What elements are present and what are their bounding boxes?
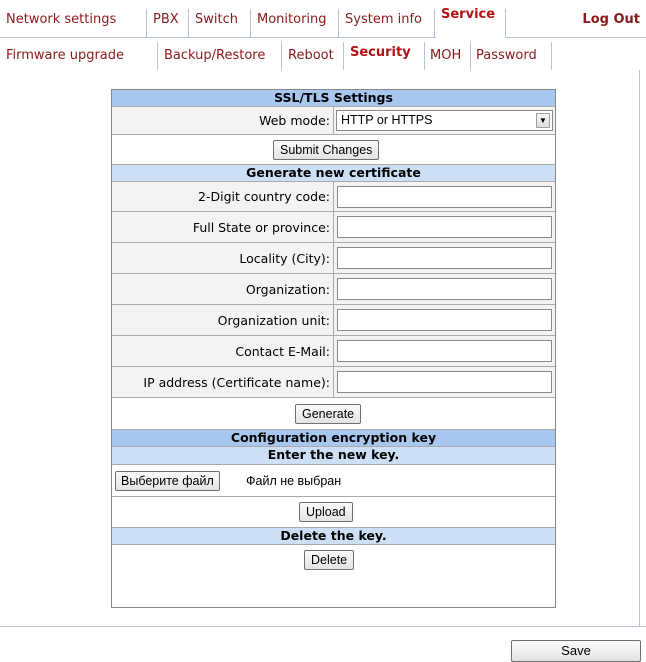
- submit-changes-button[interactable]: Submit Changes: [273, 140, 380, 160]
- tab-separator: [424, 42, 425, 70]
- upload-row: Upload: [112, 497, 555, 528]
- upload-button[interactable]: Upload: [299, 502, 353, 522]
- no-file-selected-text: Файл не выбран: [246, 473, 342, 488]
- ip-address-row: IP address (Certificate name):: [112, 367, 555, 398]
- tab-backup-restore[interactable]: Backup/Restore: [164, 45, 265, 67]
- locality-label: Locality (City):: [112, 243, 334, 273]
- tab-separator: [250, 9, 251, 38]
- organization-unit-row: Organization unit:: [112, 305, 555, 336]
- delete-key-header: Delete the key.: [112, 528, 555, 545]
- generate-row: Generate: [112, 398, 555, 430]
- top-navigation: Network settings PBX Switch Monitoring S…: [0, 0, 646, 38]
- chevron-down-icon[interactable]: ▼: [536, 113, 550, 128]
- organization-input[interactable]: [337, 278, 552, 300]
- tab-reboot[interactable]: Reboot: [288, 45, 334, 67]
- tab-separator: [470, 42, 471, 70]
- tab-separator: [434, 9, 435, 38]
- ip-address-label: IP address (Certificate name):: [112, 367, 334, 397]
- ssl-tls-header: SSL/TLS Settings: [112, 90, 555, 107]
- tab-firmware-upgrade[interactable]: Firmware upgrade: [6, 45, 124, 67]
- contact-email-input[interactable]: [337, 340, 552, 362]
- ip-address-input[interactable]: [337, 371, 552, 393]
- tab-system-info[interactable]: System info: [345, 9, 422, 31]
- web-mode-value: HTTP or HTTPS: [341, 113, 433, 127]
- contact-email-row: Contact E-Mail:: [112, 336, 555, 367]
- tab-network-settings[interactable]: Network settings: [6, 9, 116, 31]
- logout-link[interactable]: Log Out: [582, 9, 640, 31]
- tab-switch[interactable]: Switch: [195, 9, 238, 31]
- nav-divider: [0, 37, 436, 38]
- tab-separator: [188, 9, 189, 38]
- contact-email-label: Contact E-Mail:: [112, 336, 334, 366]
- section-title: Delete the key.: [280, 528, 387, 543]
- state-row: Full State or province:: [112, 212, 555, 243]
- country-code-input[interactable]: [337, 186, 552, 208]
- nav-divider: [505, 37, 646, 38]
- security-settings-panel: SSL/TLS Settings Web mode: HTTP or HTTPS…: [111, 89, 556, 608]
- section-title: Enter the new key.: [267, 447, 400, 462]
- content-border: [639, 70, 640, 626]
- country-code-row: 2-Digit country code:: [112, 182, 555, 212]
- save-button[interactable]: Save: [511, 640, 641, 662]
- tab-moh[interactable]: MOH: [430, 45, 461, 67]
- organization-unit-input[interactable]: [337, 309, 552, 331]
- generate-certificate-header: Generate new certificate: [112, 165, 555, 182]
- tab-separator: [281, 42, 282, 70]
- section-title: SSL/TLS Settings: [274, 90, 393, 105]
- footer-divider: [0, 626, 646, 627]
- tab-separator: [343, 42, 344, 70]
- tab-separator: [146, 9, 147, 38]
- section-title: Generate new certificate: [246, 165, 421, 180]
- tab-service[interactable]: Service: [441, 4, 495, 26]
- locality-input[interactable]: [337, 247, 552, 269]
- delete-row: Delete: [112, 545, 555, 576]
- locality-row: Locality (City):: [112, 243, 555, 274]
- tab-pbx[interactable]: PBX: [153, 9, 179, 31]
- submit-row: Submit Changes: [112, 135, 555, 165]
- tab-security[interactable]: Security: [350, 42, 411, 64]
- web-mode-row: Web mode: HTTP or HTTPS ▼: [112, 107, 555, 135]
- tab-separator: [338, 9, 339, 38]
- web-mode-select[interactable]: HTTP or HTTPS ▼: [336, 110, 553, 131]
- enter-key-header: Enter the new key.: [112, 447, 555, 465]
- organization-row: Organization:: [112, 274, 555, 305]
- section-title: Configuration encryption key: [230, 430, 437, 445]
- encryption-key-header: Configuration encryption key: [112, 430, 555, 447]
- file-chooser-row: Выберите файл Файл не выбран: [112, 465, 555, 497]
- state-label: Full State or province:: [112, 212, 334, 242]
- tab-monitoring[interactable]: Monitoring: [257, 9, 327, 31]
- delete-button[interactable]: Delete: [304, 550, 355, 570]
- organization-label: Organization:: [112, 274, 334, 304]
- tab-separator: [505, 9, 506, 38]
- organization-unit-label: Organization unit:: [112, 305, 334, 335]
- country-code-label: 2-Digit country code:: [112, 182, 334, 211]
- tab-separator: [551, 42, 552, 70]
- tab-password[interactable]: Password: [476, 45, 537, 67]
- tab-separator: [157, 42, 158, 70]
- web-mode-label: Web mode:: [112, 107, 334, 134]
- state-input[interactable]: [337, 216, 552, 238]
- choose-file-button[interactable]: Выберите файл: [115, 471, 220, 491]
- generate-button[interactable]: Generate: [295, 404, 362, 424]
